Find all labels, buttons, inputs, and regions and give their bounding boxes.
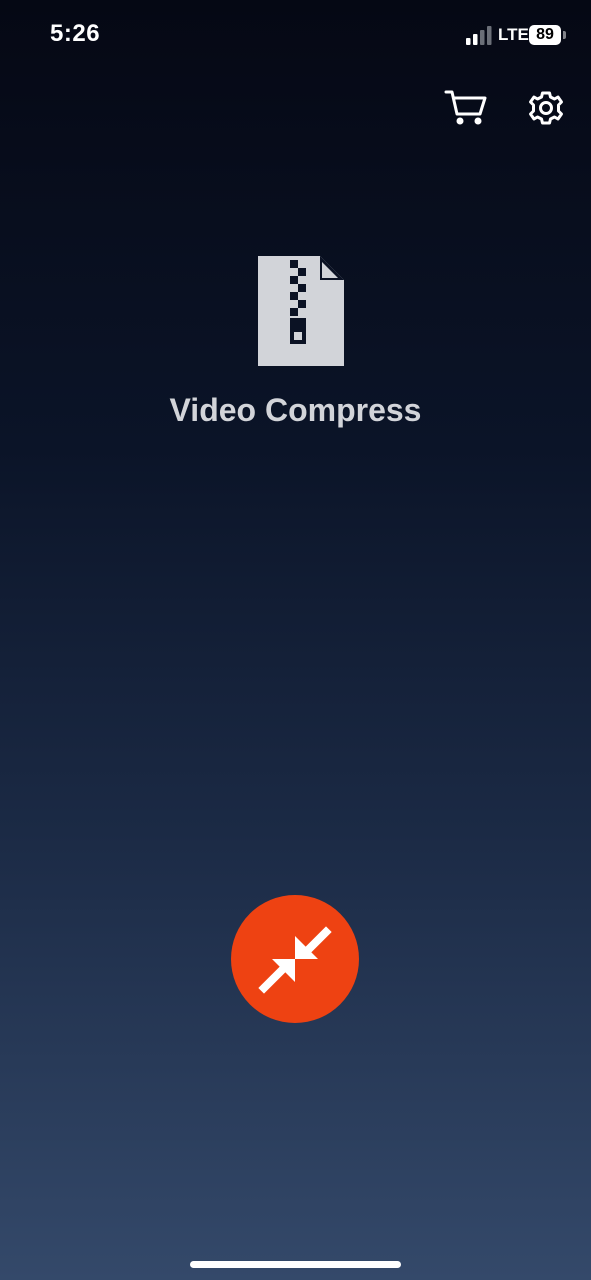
- network-type: LTE: [498, 25, 529, 44]
- signal-strength-icon: [466, 26, 492, 45]
- shopping-cart-icon[interactable]: [444, 86, 488, 130]
- zip-file-icon: [258, 256, 344, 366]
- app-title: Video Compress: [169, 392, 422, 428]
- status-time: 5:26: [50, 20, 101, 47]
- compress-arrows-icon: [258, 926, 332, 994]
- gear-icon[interactable]: [524, 86, 568, 130]
- battery-cap: [563, 31, 566, 39]
- status-bar: 5:26 LTE 89: [0, 0, 591, 72]
- home-indicator[interactable]: [190, 1261, 401, 1268]
- battery-icon: 89: [529, 25, 561, 45]
- compress-button[interactable]: [231, 895, 359, 1023]
